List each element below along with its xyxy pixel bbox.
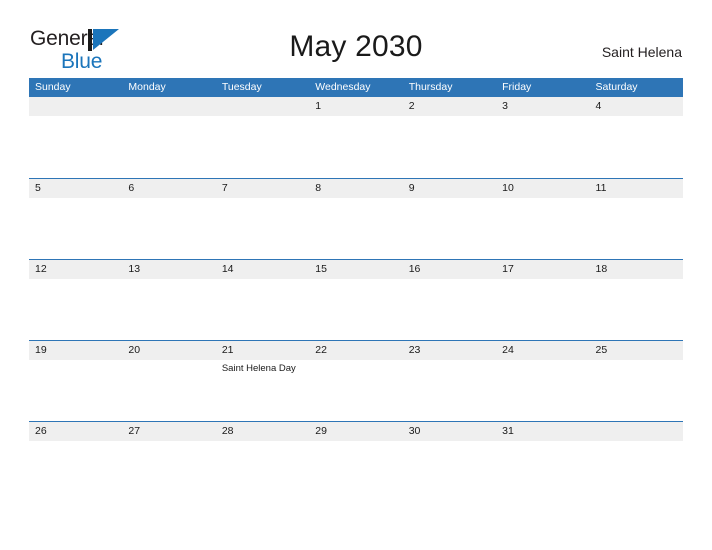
weekday-header-row: Sunday Monday Tuesday Wednesday Thursday Frid… xyxy=(29,78,683,97)
calendar-day-cell[interactable]: 7 xyxy=(215,179,310,259)
calendar-week-row: 1 2 3 4 xyxy=(29,97,683,178)
weekday-header-monday: Monday xyxy=(128,81,166,93)
day-number: 14 xyxy=(221,263,234,275)
calendar-day-cell-empty xyxy=(122,97,216,178)
day-event-label: Saint Helena Day xyxy=(221,363,296,374)
calendar-day-cell[interactable]: 19 xyxy=(29,341,123,421)
day-number: 8 xyxy=(315,182,322,194)
weekday-header-saturday: Saturday xyxy=(595,81,638,93)
calendar-day-cell[interactable]: 30 xyxy=(402,422,497,502)
day-number: 22 xyxy=(315,344,327,356)
calendar-grid: Sunday Monday Tuesday Wednesday Thursday Frid… xyxy=(29,78,683,502)
calendar-day-cell[interactable]: 17 xyxy=(496,260,590,340)
calendar-day-cell[interactable]: 13 xyxy=(122,260,216,340)
calendar-day-cell[interactable]: 23 xyxy=(402,341,497,421)
calendar-body: 1 2 3 4 5 6 7 8 9 10 11 12 13 14 15 16 17 18 19 20 21 Saint H… xyxy=(29,97,683,502)
day-number: 5 xyxy=(35,182,41,194)
weekday-header-wednesday: Wednesday xyxy=(315,81,371,93)
day-number: 10 xyxy=(502,182,514,194)
day-number: 1 xyxy=(315,100,322,112)
day-number: 17 xyxy=(502,263,514,275)
calendar-week-row: 5 6 7 8 9 10 11 xyxy=(29,178,683,259)
day-number: 19 xyxy=(35,344,47,356)
calendar-day-cell[interactable]: 4 xyxy=(589,97,683,178)
calendar-week-row: 26 27 28 29 30 31 xyxy=(29,421,683,502)
weekday-header-tuesday: Tuesday xyxy=(221,81,262,93)
calendar-day-cell[interactable]: 15 xyxy=(309,260,403,340)
day-number: 25 xyxy=(595,344,608,356)
calendar-day-cell[interactable]: 26 xyxy=(29,422,123,502)
day-number: 16 xyxy=(408,263,421,275)
calendar-day-cell-empty xyxy=(29,97,123,178)
page-header: General Blue May 2030 Saint Helena xyxy=(0,0,712,72)
calendar-day-cell[interactable]: 5 xyxy=(29,179,123,259)
weekday-header-friday: Friday xyxy=(502,81,532,93)
day-number: 4 xyxy=(595,100,602,112)
day-number: 11 xyxy=(595,182,607,194)
day-number: 23 xyxy=(408,344,421,356)
calendar-day-cell[interactable]: 14 xyxy=(215,260,310,340)
calendar-week-row: 12 13 14 15 16 17 18 xyxy=(29,259,683,340)
day-number: 30 xyxy=(408,425,421,437)
day-number: 31 xyxy=(502,425,514,437)
calendar-day-cell[interactable]: 9 xyxy=(402,179,497,259)
calendar-day-cell[interactable]: 12 xyxy=(29,260,123,340)
day-number: 27 xyxy=(128,425,141,437)
day-number: 3 xyxy=(502,100,508,112)
day-number: 26 xyxy=(35,425,47,437)
calendar-day-cell[interactable]: 22 xyxy=(309,341,403,421)
calendar-day-cell[interactable]: 20 xyxy=(122,341,216,421)
day-number: 2 xyxy=(408,100,415,112)
calendar-day-cell-empty xyxy=(589,422,683,502)
calendar-day-cell[interactable]: 1 xyxy=(309,97,403,178)
region-label: Saint Helena xyxy=(601,44,682,60)
calendar-day-cell[interactable]: 21 Saint Helena Day xyxy=(215,341,310,421)
day-number: 15 xyxy=(315,263,327,275)
day-number: 12 xyxy=(35,263,47,275)
calendar-day-cell[interactable]: 31 xyxy=(496,422,590,502)
calendar-day-cell[interactable]: 28 xyxy=(215,422,310,502)
weekday-header-sunday: Sunday xyxy=(35,81,71,93)
day-number: 21 xyxy=(221,344,234,356)
calendar-day-cell-empty xyxy=(215,97,310,178)
day-events: Saint Helena Day xyxy=(222,360,306,375)
day-number: 28 xyxy=(221,425,234,437)
day-number: 7 xyxy=(221,182,228,194)
day-number: 24 xyxy=(502,344,514,356)
calendar-day-cell[interactable]: 3 xyxy=(496,97,590,178)
calendar-day-cell[interactable]: 11 xyxy=(589,179,683,259)
calendar-day-cell[interactable]: 27 xyxy=(122,422,216,502)
calendar-week-row: 19 20 21 Saint Helena Day 22 23 24 25 xyxy=(29,340,683,421)
calendar-day-cell[interactable]: 24 xyxy=(496,341,590,421)
calendar-day-cell[interactable]: 16 xyxy=(402,260,497,340)
calendar-day-cell[interactable]: 6 xyxy=(122,179,216,259)
calendar-day-cell[interactable]: 18 xyxy=(589,260,683,340)
day-number: 9 xyxy=(408,182,415,194)
day-number: 29 xyxy=(315,425,327,437)
day-number: 20 xyxy=(128,344,141,356)
calendar-day-cell[interactable]: 2 xyxy=(402,97,497,178)
weekday-header-thursday: Thursday xyxy=(408,81,453,93)
calendar-day-cell[interactable]: 8 xyxy=(309,179,403,259)
calendar-day-cell[interactable]: 10 xyxy=(496,179,590,259)
day-number: 18 xyxy=(595,263,608,275)
day-number: 6 xyxy=(128,182,135,194)
calendar-day-cell[interactable]: 29 xyxy=(309,422,403,502)
calendar-day-cell[interactable]: 25 xyxy=(589,341,683,421)
day-number: 13 xyxy=(128,263,141,275)
